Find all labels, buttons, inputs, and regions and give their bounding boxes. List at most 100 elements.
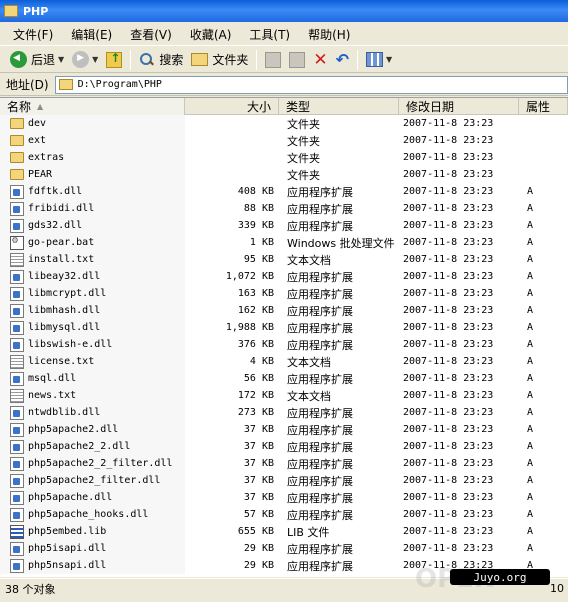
file-name: libmhash.dll — [28, 305, 101, 316]
folder-icon — [10, 118, 24, 129]
back-button[interactable]: 后退 ▼ — [6, 49, 68, 71]
file-row[interactable]: php5apache2_2_filter.dll 37 KB 应用程序扩展 2007-… — [0, 455, 568, 472]
file-name-cell[interactable]: ext — [0, 132, 185, 149]
file-name-cell[interactable]: php5apache2_2_filter.dll — [0, 455, 185, 472]
file-modified: 2007-11-8 23:23 — [403, 322, 494, 333]
file-attributes: A — [527, 203, 534, 214]
move-to-button[interactable] — [261, 49, 285, 71]
file-name-cell[interactable]: php5apache2_2.dll — [0, 438, 185, 455]
menu-file[interactable]: 文件(F) — [4, 26, 62, 43]
file-name-cell[interactable]: libmcrypt.dll — [0, 285, 185, 302]
file-row[interactable]: gds32.dll 339 KB 应用程序扩展 2007-11-8 23:23 A — [0, 217, 568, 234]
file-modified: 2007-11-8 23:23 — [403, 118, 494, 129]
menu-tools[interactable]: 工具(T) — [240, 26, 299, 43]
file-name-cell[interactable]: libmhash.dll — [0, 302, 185, 319]
file-row[interactable]: libmhash.dll 162 KB 应用程序扩展 2007-11-8 23:23 A — [0, 302, 568, 319]
file-row[interactable]: ext 文件夹 2007-11-8 23:23 — [0, 132, 568, 149]
chevron-down-icon[interactable]: ▼ — [386, 55, 392, 64]
file-name-cell[interactable]: php5apache.dll — [0, 489, 185, 506]
undo-button[interactable]: ↶ — [332, 49, 353, 71]
file-name-cell[interactable]: news.txt — [0, 387, 185, 404]
file-name-cell[interactable]: fdftk.dll — [0, 183, 185, 200]
up-folder-button[interactable] — [102, 49, 126, 71]
column-header-attributes[interactable]: 属性 — [519, 98, 568, 115]
file-name-cell[interactable]: dev — [0, 115, 185, 132]
column-header-type[interactable]: 类型 — [279, 98, 399, 115]
column-header-modified[interactable]: 修改日期 — [399, 98, 519, 115]
file-row[interactable]: PEAR 文件夹 2007-11-8 23:23 — [0, 166, 568, 183]
file-row[interactable]: extras 文件夹 2007-11-8 23:23 — [0, 149, 568, 166]
file-list[interactable]: 名称 ▲ 大小 类型 修改日期 属性 dev 文件夹 2007-11-8 23:23… — [0, 97, 568, 577]
file-size: 339 KB — [237, 220, 274, 231]
dll-icon — [10, 422, 24, 437]
file-row[interactable]: php5apache.dll 37 KB 应用程序扩展 2007-11-8 23:23… — [0, 489, 568, 506]
batch-file-icon — [10, 235, 24, 250]
file-name-cell[interactable]: PEAR — [0, 166, 185, 183]
file-name-cell[interactable]: msql.dll — [0, 370, 185, 387]
file-row[interactable]: php5apache2_2.dll 37 KB 应用程序扩展 2007-11-8 23… — [0, 438, 568, 455]
text-file-icon — [10, 354, 24, 369]
column-header-size[interactable]: 大小 — [185, 98, 279, 115]
file-row[interactable]: dev 文件夹 2007-11-8 23:23 — [0, 115, 568, 132]
file-row[interactable]: libmcrypt.dll 163 KB 应用程序扩展 2007-11-8 23:23… — [0, 285, 568, 302]
file-row[interactable]: php5apache_hooks.dll 57 KB 应用程序扩展 2007-11-8… — [0, 506, 568, 523]
file-row[interactable]: libmysql.dll 1,988 KB 应用程序扩展 2007-11-8 23:2… — [0, 319, 568, 336]
file-row[interactable]: news.txt 172 KB 文本文档 2007-11-8 23:23 A — [0, 387, 568, 404]
file-row[interactable]: go-pear.bat 1 KB Windows 批处理文件 2007-11-8 23… — [0, 234, 568, 251]
file-name-cell[interactable]: extras — [0, 149, 185, 166]
undo-icon: ↶ — [335, 50, 350, 69]
column-header-name[interactable]: 名称 ▲ — [0, 98, 185, 115]
file-name-cell[interactable]: php5embed.lib — [0, 523, 185, 540]
chevron-down-icon[interactable]: ▼ — [58, 55, 64, 64]
copy-to-button[interactable] — [285, 49, 309, 71]
file-name: php5apache2_filter.dll — [28, 475, 161, 486]
file-name-cell[interactable]: php5isapi.dll — [0, 540, 185, 557]
file-type: 应用程序扩展 — [287, 304, 353, 318]
file-row[interactable]: libswish-e.dll 376 KB 应用程序扩展 2007-11-8 23:2… — [0, 336, 568, 353]
menu-view[interactable]: 查看(V) — [121, 26, 181, 43]
file-name-cell[interactable]: ntwdblib.dll — [0, 404, 185, 421]
file-name-cell[interactable]: libeay32.dll — [0, 268, 185, 285]
file-type: 应用程序扩展 — [287, 491, 353, 505]
file-name-cell[interactable]: license.txt — [0, 353, 185, 370]
file-row[interactable]: php5isapi.dll 29 KB 应用程序扩展 2007-11-8 23:23 A — [0, 540, 568, 557]
menu-edit[interactable]: 编辑(E) — [62, 26, 121, 43]
file-row[interactable]: ntwdblib.dll 273 KB 应用程序扩展 2007-11-8 23:23 A — [0, 404, 568, 421]
watermark-text: Juyo.org — [473, 570, 527, 584]
file-row[interactable]: libeay32.dll 1,072 KB 应用程序扩展 2007-11-8 23:2… — [0, 268, 568, 285]
file-row[interactable]: php5embed.lib 655 KB LIB 文件 2007-11-8 23:23… — [0, 523, 568, 540]
file-name-cell[interactable]: gds32.dll — [0, 217, 185, 234]
file-name-cell[interactable]: libswish-e.dll — [0, 336, 185, 353]
dll-icon — [10, 439, 24, 454]
views-button[interactable]: ▼ — [362, 49, 396, 71]
file-size: 37 KB — [243, 458, 274, 469]
chevron-down-icon[interactable]: ▼ — [92, 55, 98, 64]
file-row[interactable]: fribidi.dll 88 KB 应用程序扩展 2007-11-8 23:23 A — [0, 200, 568, 217]
file-row[interactable]: fdftk.dll 408 KB 应用程序扩展 2007-11-8 23:23 A — [0, 183, 568, 200]
file-name-cell[interactable]: php5apache_hooks.dll — [0, 506, 185, 523]
file-name-cell[interactable]: php5apache2_filter.dll — [0, 472, 185, 489]
dll-icon — [10, 303, 24, 318]
folders-button[interactable]: 文件夹 — [187, 49, 252, 71]
file-type: 文件夹 — [287, 168, 320, 182]
menu-help[interactable]: 帮助(H) — [299, 26, 359, 43]
file-name-cell[interactable]: php5apache2.dll — [0, 421, 185, 438]
file-row[interactable]: php5apache2_filter.dll 37 KB 应用程序扩展 2007-11… — [0, 472, 568, 489]
file-name-cell[interactable]: go-pear.bat — [0, 234, 185, 251]
column-attr-label: 属性 — [526, 100, 551, 114]
address-input[interactable]: D:\Program\PHP — [54, 75, 568, 94]
menu-favorites[interactable]: 收藏(A) — [181, 26, 241, 43]
file-name-cell[interactable]: install.txt — [0, 251, 185, 268]
file-name-cell[interactable]: php5nsapi.dll — [0, 557, 185, 574]
file-row[interactable]: php5apache2.dll 37 KB 应用程序扩展 2007-11-8 23:2… — [0, 421, 568, 438]
file-row[interactable]: install.txt 95 KB 文本文档 2007-11-8 23:23 A — [0, 251, 568, 268]
file-name-cell[interactable]: fribidi.dll — [0, 200, 185, 217]
delete-button[interactable]: ✕ — [309, 49, 331, 71]
file-name-cell[interactable]: libmysql.dll — [0, 319, 185, 336]
file-row[interactable]: msql.dll 56 KB 应用程序扩展 2007-11-8 23:23 A — [0, 370, 568, 387]
menu-bar: 文件(F) 编辑(E) 查看(V) 收藏(A) 工具(T) 帮助(H) — [0, 24, 568, 46]
file-size: 273 KB — [237, 407, 274, 418]
search-button[interactable]: 搜索 — [135, 49, 187, 71]
file-row[interactable]: license.txt 4 KB 文本文档 2007-11-8 23:23 A — [0, 353, 568, 370]
forward-button[interactable]: ▼ — [68, 49, 102, 71]
